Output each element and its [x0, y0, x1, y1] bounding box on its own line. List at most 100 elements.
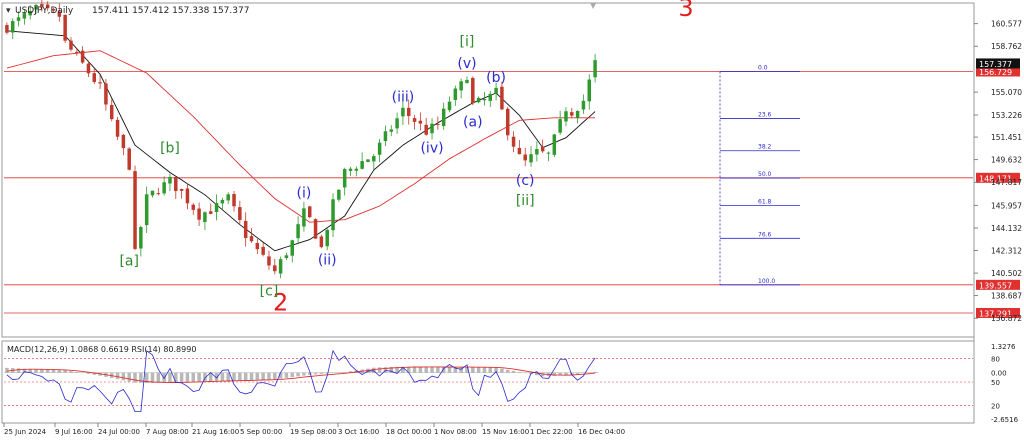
macd-histogram-bar: [156, 372, 161, 383]
candle-body: [10, 21, 15, 33]
macd-histogram-bar: [476, 367, 481, 373]
candle-body: [80, 50, 85, 63]
level-price-label: 139.557: [979, 281, 1012, 290]
macd-histogram-bar: [593, 371, 597, 373]
candle-body: [267, 256, 271, 266]
candle-body: [383, 131, 388, 142]
macd-histogram-bar: [255, 372, 260, 380]
candle-body: [156, 193, 161, 195]
macd-histogram-bar: [505, 369, 510, 373]
price-tick-label: 151.451: [991, 133, 1022, 142]
time-tick-label: 15 Nov 16:00: [482, 428, 529, 436]
macd-histogram-bar: [331, 372, 335, 374]
price-tick-label: 158.762: [991, 42, 1022, 51]
time-tick-label: 9 Jul 16:00: [55, 428, 93, 436]
macd-histogram-bar: [273, 372, 277, 380]
price-tick-label: 160.577: [991, 20, 1022, 29]
time-tick-label: 25 Jun 2024: [4, 428, 47, 436]
candle-body: [372, 156, 376, 162]
price-panel[interactable]: [1, 2, 975, 338]
macd-histogram-bar: [232, 372, 236, 381]
macd-histogram-bar: [133, 372, 137, 383]
candle-body: [552, 134, 557, 155]
macd-histogram-bar: [5, 367, 9, 373]
macd-histogram-bar: [325, 372, 329, 374]
price-tick-label: 136.872: [991, 314, 1022, 323]
candle-body: [238, 207, 242, 220]
fib-level-label: 61.8: [758, 198, 772, 205]
candle-body: [174, 176, 178, 192]
candle-body: [581, 100, 586, 110]
candle-body: [139, 227, 143, 249]
wave-label: [i]: [460, 34, 475, 50]
indicator-title: MACD(12,26,9) 1.0868 0.6619 RSI(14) 80.8…: [7, 345, 196, 354]
macd-histogram-bar: [115, 372, 120, 380]
candle-body: [337, 189, 341, 200]
macd-histogram-bar: [185, 372, 190, 382]
candle-body: [459, 81, 463, 91]
candle-body: [150, 190, 155, 196]
candle-body: [319, 236, 324, 248]
candle-body: [360, 161, 364, 169]
candle-body: [63, 14, 67, 41]
candle-body: [115, 119, 120, 137]
time-tick-label: 21 Aug 16:00: [192, 428, 239, 436]
fib-level-label: 100.0: [758, 278, 775, 285]
candle-body: [331, 199, 335, 231]
candle-body: [109, 105, 114, 120]
candle-body: [86, 63, 91, 74]
price-tick-label: 153.226: [991, 111, 1022, 120]
candle-body: [412, 118, 417, 122]
level-price-label: 156.729: [979, 68, 1012, 77]
candle-body: [523, 154, 527, 161]
wave-label: [ii]: [516, 193, 535, 209]
candle-body: [208, 211, 213, 214]
chart-window[interactable]: 156.729148.171139.557137.291 157.377 0.0…: [0, 0, 1024, 441]
time-axis: 25 Jun 2024 9 Jul 16:00 24 Jul 00:00 7 Aug …: [3, 423, 625, 436]
candle-body: [564, 111, 568, 122]
macd-histogram-bar: [16, 368, 21, 373]
macd-histogram-bar: [127, 372, 131, 382]
macd-histogram-bar: [302, 372, 306, 376]
price-tick-label: 155.070: [991, 88, 1022, 97]
candle-body: [436, 124, 440, 126]
macd-histogram-bar: [471, 367, 475, 373]
candle-body: [5, 25, 9, 33]
wave-label: [b]: [160, 141, 180, 157]
candle-body: [191, 204, 196, 210]
symbol-label: USDJPY,Daily: [15, 6, 74, 16]
indicator-tick-label: 50: [991, 379, 1000, 387]
candle-body: [430, 123, 434, 134]
candle-body: [401, 107, 405, 117]
indicator-tick-label: 80: [991, 356, 1000, 364]
wave-label: (ii): [318, 252, 337, 268]
macd-histogram-bar: [197, 372, 201, 382]
macd-histogram-bar: [150, 372, 155, 383]
candle-body: [313, 219, 318, 239]
scroll-marker-icon[interactable]: ▼: [590, 1, 597, 10]
macd-histogram-bar: [540, 372, 545, 377]
macd-histogram-bar: [500, 368, 504, 373]
candle-body: [220, 199, 225, 204]
candle-body: [424, 124, 428, 135]
wave-label: (iv): [420, 141, 443, 157]
candle-body: [104, 83, 108, 105]
indicator-tick-label: -2.6516: [991, 416, 1019, 424]
candle-body: [471, 77, 475, 104]
candle-body: [575, 110, 580, 118]
macd-histogram-bar: [249, 372, 254, 380]
candle-body: [232, 194, 236, 207]
macd-histogram-bar: [261, 372, 265, 380]
ohlc-label: 157.411 157.412 157.338 157.377: [92, 6, 249, 16]
macd-histogram-bar: [319, 372, 324, 374]
candle-body: [482, 99, 487, 101]
macd-histogram-bar: [342, 372, 347, 373]
candle-body: [302, 208, 306, 227]
chart-menu-icon[interactable]: ▾: [6, 6, 11, 16]
candle-body: [179, 188, 184, 191]
candle-body: [307, 206, 312, 218]
candle-body: [366, 159, 370, 163]
macd-histogram-bar: [57, 370, 62, 373]
candle-body: [465, 79, 469, 84]
price-tick-label: 149.632: [991, 156, 1022, 165]
